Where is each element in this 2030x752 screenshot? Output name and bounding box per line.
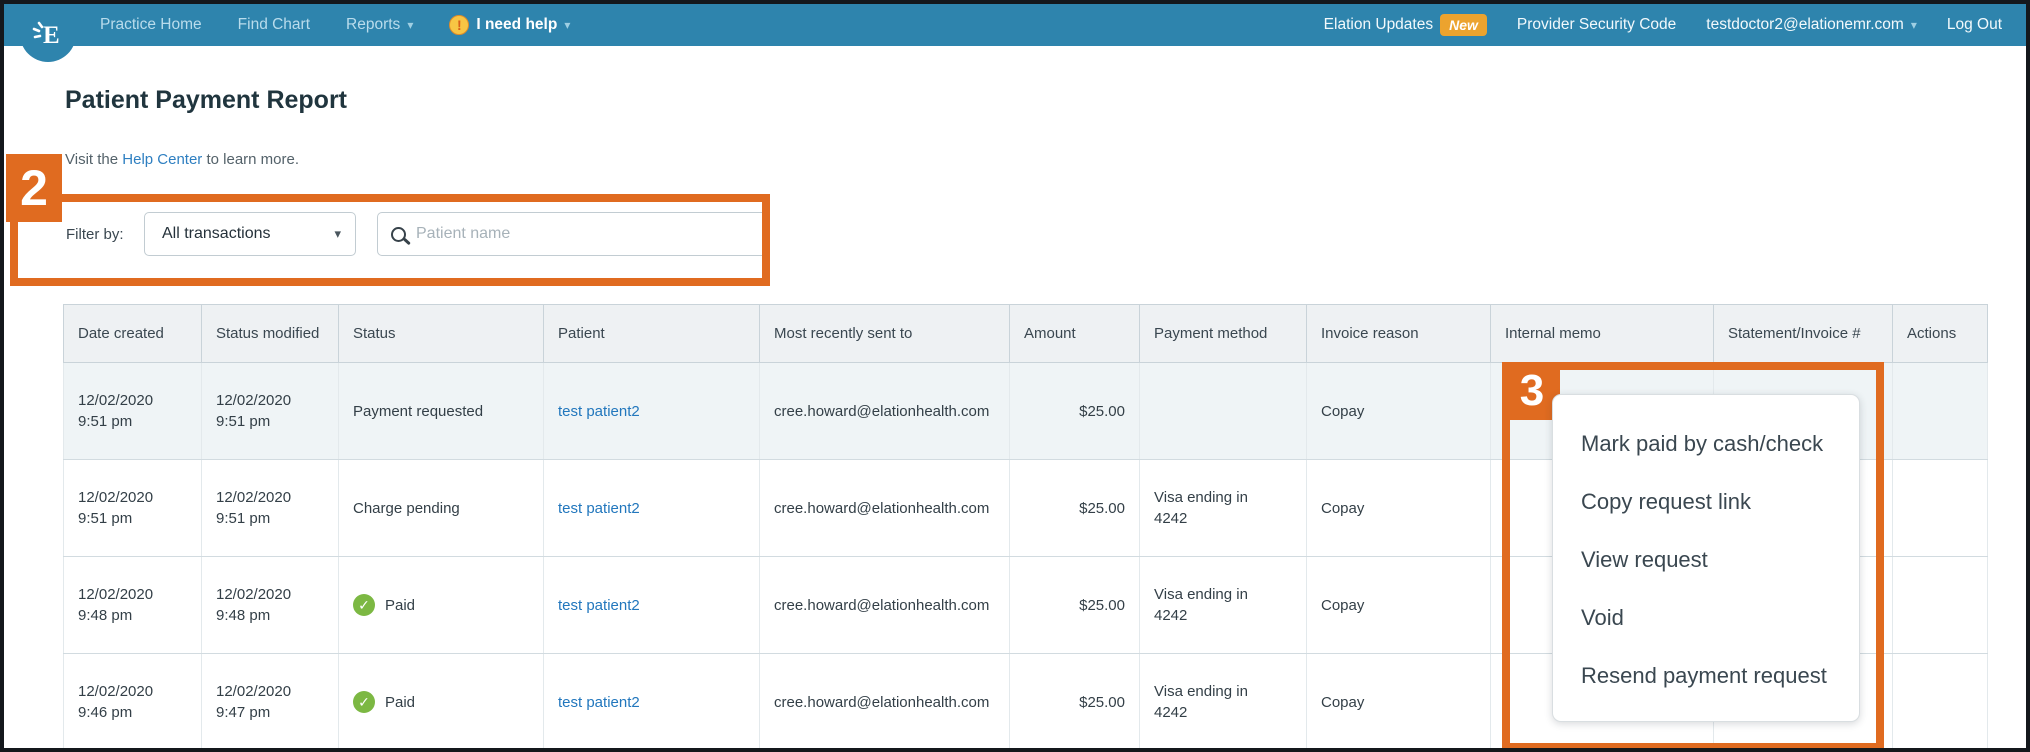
nav-practice-home[interactable]: Practice Home: [100, 16, 202, 34]
cell-actions: [1893, 460, 1988, 557]
paid-check-icon: ✓: [353, 594, 375, 616]
cell-sent-to: cree.howard@elationhealth.com: [774, 498, 995, 519]
cell-date-created: 12/02/2020 9:46 pm: [78, 681, 178, 723]
col-date-created: Date created: [64, 305, 202, 363]
chevron-down-icon: ▾: [564, 19, 570, 31]
col-status: Status: [339, 305, 544, 363]
cell-status: Payment requested: [353, 401, 483, 422]
cell-actions: [1893, 654, 1988, 751]
cell-sent-to: cree.howard@elationhealth.com: [774, 401, 995, 422]
nav-help-label: I need help: [476, 16, 557, 34]
col-patient: Patient: [544, 305, 760, 363]
top-nav: E Practice Home Find Chart Reports ▾ ! I …: [4, 4, 2026, 46]
elation-logo[interactable]: E: [20, 6, 76, 62]
col-status-modified: Status modified: [202, 305, 339, 363]
cell-date-created: 12/02/2020 9:51 pm: [78, 487, 178, 529]
annotation-box-2: [10, 194, 770, 286]
cell-status-modified: 12/02/2020 9:51 pm: [216, 390, 316, 432]
patient-link[interactable]: test patient2: [558, 597, 640, 614]
cell-amount: $25.00: [1010, 460, 1140, 557]
menu-item-mark-paid[interactable]: Mark paid by cash/check: [1553, 415, 1859, 473]
subtitle-suffix: to learn more.: [202, 151, 299, 168]
cell-actions: [1893, 557, 1988, 654]
svg-text:E: E: [43, 22, 60, 49]
nav-user-menu[interactable]: testdoctor2@elationemr.com ▾: [1706, 16, 1917, 34]
menu-item-view-request[interactable]: View request: [1553, 531, 1859, 589]
col-payment-method: Payment method: [1140, 305, 1307, 363]
user-email: testdoctor2@elationemr.com: [1706, 16, 1904, 34]
cell-payment-method: Visa ending in 4242: [1154, 584, 1270, 626]
cell-payment-method: Visa ending in 4242: [1154, 681, 1270, 723]
table-header-row: Date created Status modified Status Pati…: [64, 305, 1988, 363]
new-badge: New: [1440, 14, 1487, 36]
cell-actions: [1893, 363, 1988, 460]
cell-amount: $25.00: [1010, 654, 1140, 751]
col-amount: Amount: [1010, 305, 1140, 363]
chevron-down-icon: ▾: [407, 19, 413, 31]
nav-i-need-help[interactable]: ! I need help ▾: [449, 15, 570, 35]
annotation-step-2-badge: 2: [6, 154, 62, 222]
cell-date-created: 12/02/2020 9:48 pm: [78, 584, 178, 626]
nav-elation-updates[interactable]: Elation Updates New: [1324, 14, 1487, 36]
warning-icon: !: [449, 15, 469, 35]
col-statement-invoice: Statement/Invoice #: [1714, 305, 1893, 363]
cell-sent-to: cree.howard@elationhealth.com: [774, 595, 995, 616]
cell-status: Paid: [385, 595, 415, 616]
menu-item-resend-payment-request[interactable]: Resend payment request: [1553, 647, 1859, 705]
page-title: Patient Payment Report: [65, 86, 347, 115]
nav-reports[interactable]: Reports ▾: [346, 16, 413, 34]
cell-invoice-reason: Copay: [1307, 654, 1491, 751]
cell-amount: $25.00: [1010, 363, 1140, 460]
actions-context-menu: Mark paid by cash/check Copy request lin…: [1552, 394, 1860, 722]
cell-payment-method: Visa ending in 4242: [1154, 487, 1270, 529]
cell-status: Charge pending: [353, 498, 460, 519]
nav-right-group: Elation Updates New Provider Security Co…: [1324, 14, 2002, 36]
menu-item-void[interactable]: Void: [1553, 589, 1859, 647]
page-subtitle: Visit the Help Center to learn more.: [65, 151, 299, 168]
elation-logo-icon: E: [30, 16, 66, 52]
cell-date-created: 12/02/2020 9:51 pm: [78, 390, 178, 432]
nav-provider-security-code[interactable]: Provider Security Code: [1517, 16, 1676, 34]
patient-link[interactable]: test patient2: [558, 403, 640, 420]
cell-status-modified: 12/02/2020 9:51 pm: [216, 487, 316, 529]
cell-sent-to: cree.howard@elationhealth.com: [774, 692, 995, 713]
nav-find-chart[interactable]: Find Chart: [238, 16, 310, 34]
cell-amount: $25.00: [1010, 557, 1140, 654]
patient-link[interactable]: test patient2: [558, 500, 640, 517]
col-internal-memo: Internal memo: [1491, 305, 1714, 363]
cell-status: Paid: [385, 692, 415, 713]
menu-item-copy-request-link[interactable]: Copy request link: [1553, 473, 1859, 531]
cell-status-modified: 12/02/2020 9:48 pm: [216, 584, 316, 626]
nav-reports-label: Reports: [346, 16, 400, 34]
subtitle-prefix: Visit the: [65, 151, 122, 168]
cell-status-modified: 12/02/2020 9:47 pm: [216, 681, 316, 723]
cell-invoice-reason: Copay: [1307, 363, 1491, 460]
col-most-recently-sent-to: Most recently sent to: [760, 305, 1010, 363]
nav-log-out[interactable]: Log Out: [1947, 16, 2002, 34]
help-center-link[interactable]: Help Center: [122, 151, 202, 168]
app-window: E Practice Home Find Chart Reports ▾ ! I …: [0, 0, 2030, 752]
nav-elation-updates-label: Elation Updates: [1324, 16, 1433, 34]
col-actions: Actions: [1893, 305, 1988, 363]
nav-left-group: Practice Home Find Chart Reports ▾ ! I ne…: [100, 15, 570, 35]
paid-check-icon: ✓: [353, 691, 375, 713]
cell-invoice-reason: Copay: [1307, 460, 1491, 557]
col-invoice-reason: Invoice reason: [1307, 305, 1491, 363]
patient-link[interactable]: test patient2: [558, 694, 640, 711]
chevron-down-icon: ▾: [1911, 19, 1917, 31]
cell-invoice-reason: Copay: [1307, 557, 1491, 654]
